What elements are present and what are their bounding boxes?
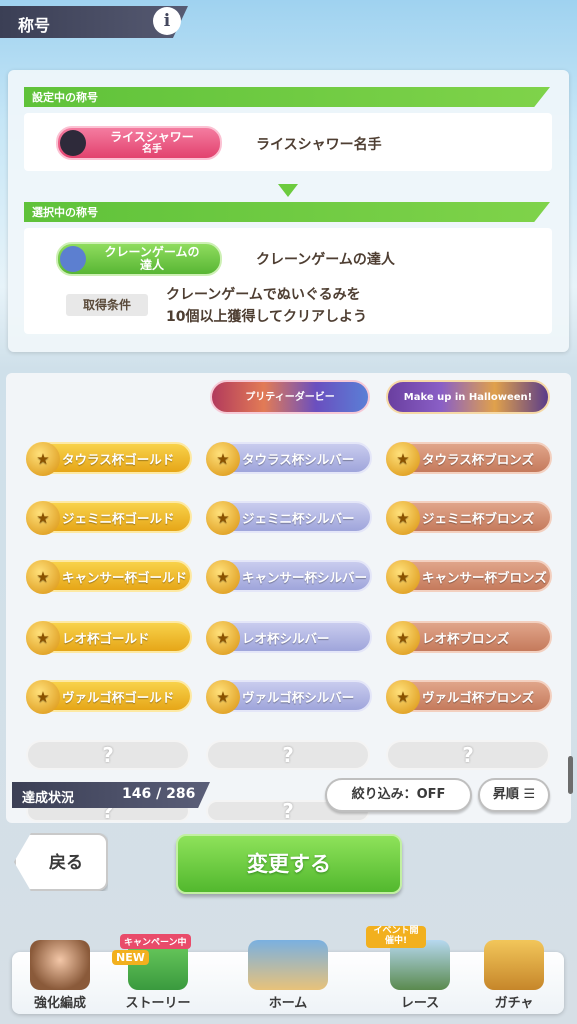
title-badge[interactable]: ★ キャンサー杯ゴールド	[26, 560, 192, 594]
event-banner-title-1[interactable]: プリティーダービー	[210, 380, 370, 414]
nav-item-home[interactable]: ホーム	[234, 940, 342, 1011]
character-icon	[30, 940, 90, 990]
title-badge[interactable]: ★ ジェミニ杯シルバー	[206, 501, 372, 535]
nav-label-race: レース	[400, 996, 440, 1011]
down-arrow-icon	[278, 184, 298, 197]
title-badge-label: キャンサー杯シルバー	[242, 569, 368, 585]
nav-item-enhance[interactable]: 強化編成	[6, 940, 114, 1011]
trophy-medal-icon: ★	[206, 501, 240, 535]
nav-label-gacha: ガチャ	[494, 996, 534, 1011]
title-badge-label: タウラス杯ブロンズ	[422, 451, 535, 467]
trophy-medal-icon: ★	[206, 621, 240, 655]
achievement-status: 達成状況 146 / 286	[12, 782, 210, 808]
current-badge-line2: 名手	[142, 144, 162, 156]
title-badge[interactable]: ★ ヴァルゴ杯シルバー	[206, 680, 372, 714]
title-badge-label: キャンサー杯ブロンズ	[422, 569, 547, 585]
character-avatar-icon	[60, 130, 86, 156]
title-badge[interactable]: ★ ジェミニ杯ゴールド	[26, 501, 192, 535]
condition-label: 取得条件	[66, 294, 148, 316]
screen-title: 称号	[18, 16, 51, 35]
back-button[interactable]: 戻る	[14, 833, 108, 891]
trophy-medal-icon: ★	[386, 680, 420, 714]
info-button[interactable]: i	[153, 7, 181, 35]
event-tag: イベント開催中!	[366, 926, 426, 948]
new-tag: NEW	[112, 950, 149, 965]
current-title-text: ライスシャワー名手	[256, 137, 382, 153]
trophy-medal-icon: ★	[26, 680, 60, 714]
title-badge[interactable]: ★ レオ杯シルバー	[206, 621, 372, 655]
title-badge[interactable]: ★ タウラス杯ゴールド	[26, 442, 192, 476]
title-badge[interactable]: ★ キャンサー杯ブロンズ	[386, 560, 552, 594]
title-badge-label: ジェミニ杯シルバー	[242, 510, 355, 526]
condition-line1: クレーンゲームでぬいぐるみを	[166, 287, 361, 303]
current-title-badge: ライスシャワー 名手	[56, 126, 222, 160]
trophy-medal-icon: ★	[206, 680, 240, 714]
title-badge-label: ジェミニ杯ゴールド	[62, 510, 175, 526]
selected-title-badge: クレーンゲームの 達人	[56, 242, 222, 276]
title-badge-label: キャンサー杯ゴールド	[62, 569, 188, 585]
title-badge[interactable]: ★ タウラス杯ブロンズ	[386, 442, 552, 476]
trophy-medal-icon: ★	[26, 621, 60, 655]
change-button[interactable]: 変更する	[176, 834, 402, 894]
selected-title-bar: 選択中の称号	[24, 202, 550, 222]
locked-title-badge[interactable]: ?	[206, 740, 370, 770]
trophy-medal-icon: ★	[26, 501, 60, 535]
title-badge-label: レオ杯ブロンズ	[422, 630, 510, 646]
condition-text: クレーンゲームでぬいぐるみを 10個以上獲得してクリアしよう	[166, 284, 367, 328]
nav-label-story: ストーリー	[125, 996, 191, 1011]
nav-label-enhance: 強化編成	[33, 996, 86, 1011]
title-badge-label: ヴァルゴ杯ブロンズ	[422, 689, 535, 705]
campaign-tag: キャンペーン中	[120, 934, 191, 949]
trophy-medal-icon: ★	[386, 501, 420, 535]
trophy-medal-icon: ★	[206, 560, 240, 594]
current-title-bar: 設定中の称号	[24, 87, 550, 107]
trophy-medal-icon: ★	[26, 560, 60, 594]
event-banner-title-2[interactable]: Make up in Halloween!	[386, 380, 550, 414]
title-badge[interactable]: ★ レオ杯ブロンズ	[386, 621, 552, 655]
nav-label-home: ホーム	[268, 996, 308, 1011]
title-badge[interactable]: ★ ヴァルゴ杯ブロンズ	[386, 680, 552, 714]
title-badge-label: タウラス杯シルバー	[242, 451, 355, 467]
trophy-medal-icon: ★	[386, 621, 420, 655]
selected-badge-line2: 達人	[139, 258, 164, 272]
trophy-medal-icon: ★	[206, 442, 240, 476]
title-badge-label: タウラス杯ゴールド	[62, 451, 175, 467]
title-badge-label: ヴァルゴ杯ゴールド	[62, 689, 175, 705]
title-badge[interactable]: ★ ヴァルゴ杯ゴールド	[26, 680, 192, 714]
current-title-bar-label: 設定中の称号	[32, 91, 98, 104]
title-badge-label: レオ杯ゴールド	[62, 630, 150, 646]
status-value: 146 / 286	[122, 786, 196, 802]
status-label: 達成状況	[22, 791, 75, 806]
title-badge-label: ジェミニ杯ブロンズ	[422, 510, 535, 526]
title-badge[interactable]: ★ ジェミニ杯ブロンズ	[386, 501, 552, 535]
list-scrollbar[interactable]	[568, 756, 573, 794]
sort-lines-icon: ☰	[523, 787, 536, 802]
sort-order-button[interactable]: 昇順 ☰	[478, 778, 550, 812]
title-badge-label: レオ杯シルバー	[242, 630, 330, 646]
locked-title-badge[interactable]: ?	[26, 740, 190, 770]
current-badge-line1: ライスシャワー	[110, 129, 194, 144]
trophy-medal-icon: ★	[26, 442, 60, 476]
selected-title-bar-label: 選択中の称号	[32, 206, 98, 219]
title-badge[interactable]: ★ レオ杯ゴールド	[26, 621, 192, 655]
selected-title-text: クレーンゲームの達人	[256, 252, 395, 268]
nav-item-gacha[interactable]: ガチャ	[460, 940, 568, 1011]
trophy-medal-icon: ★	[386, 442, 420, 476]
home-building-icon	[248, 940, 328, 990]
title-badge-label: ヴァルゴ杯シルバー	[242, 689, 355, 705]
title-badge[interactable]: ★ キャンサー杯シルバー	[206, 560, 372, 594]
locked-title-badge[interactable]: ?	[386, 740, 550, 770]
gacha-icon	[484, 940, 544, 990]
nav-item-race[interactable]: レース	[366, 940, 474, 1011]
title-badge[interactable]: ★ タウラス杯シルバー	[206, 442, 372, 476]
crane-game-icon	[60, 246, 86, 272]
filter-button[interactable]: 絞り込み：OFF	[325, 778, 472, 812]
trophy-medal-icon: ★	[386, 560, 420, 594]
sort-label: 昇順	[492, 787, 519, 802]
condition-line2: 10個以上獲得してクリアしよう	[166, 309, 368, 325]
